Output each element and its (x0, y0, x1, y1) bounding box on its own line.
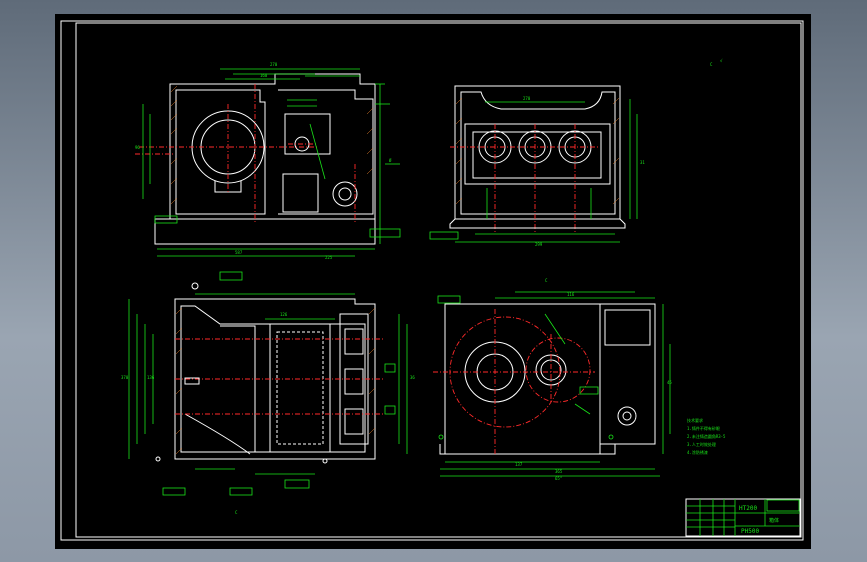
drawing-canvas: 270 160 96 587 225 Ø 29931 270 C √ 370 136 … (60, 20, 804, 541)
svg-text:270: 270 (270, 62, 278, 67)
inner-frame (75, 22, 802, 538)
sheet-border (60, 20, 804, 541)
technical-notes: 技术要求 1.铸件不得有砂眼 2.未注铸造圆角R3-5 3.人工时效处理 4.涂… (687, 417, 726, 455)
title-block: HT200 箱体 PH500 (685, 498, 801, 537)
material-label: HT200 (739, 505, 757, 512)
svg-text:587: 587 (235, 250, 243, 255)
svg-text:45: 45 (667, 380, 672, 385)
svg-text:225: 225 (325, 255, 333, 260)
svg-text:31: 31 (640, 160, 645, 165)
svg-text:299: 299 (535, 242, 543, 247)
rear-view: 137 365 65° 116 45 C (433, 278, 672, 481)
svg-text:C: C (545, 278, 548, 283)
svg-text:1.铸件不得有砂眼: 1.铸件不得有砂眼 (687, 425, 720, 431)
svg-text:96: 96 (135, 145, 140, 150)
svg-text:126: 126 (280, 312, 288, 317)
svg-text:2.未注铸造圆角R3-5: 2.未注铸造圆角R3-5 (687, 433, 726, 439)
svg-text:270: 270 (523, 96, 531, 101)
svg-text:65°: 65° (555, 476, 562, 481)
svg-text:C: C (710, 62, 713, 67)
svg-text:4.涂防锈漆: 4.涂防锈漆 (687, 449, 708, 455)
part-name: PH500 (741, 528, 759, 535)
svg-text:C: C (235, 510, 238, 515)
svg-text:Ø: Ø (389, 158, 392, 163)
drawing-sheet: 270 160 96 587 225 Ø 299 31 270 C √ 370 … (55, 14, 811, 549)
svg-text:370: 370 (121, 375, 129, 380)
svg-text:√: √ (720, 58, 723, 63)
svg-text:技术要求: 技术要求 (687, 417, 703, 423)
front-view: 270 160 96 587 225 Ø (135, 62, 401, 260)
svg-text:365: 365 (555, 469, 563, 474)
sub-label: 箱体 (769, 517, 779, 524)
svg-text:137: 137 (515, 462, 523, 467)
svg-text:136: 136 (147, 375, 155, 380)
svg-text:160: 160 (260, 73, 268, 78)
svg-text:3.人工时效处理: 3.人工时效处理 (687, 441, 716, 447)
cad-viewport[interactable]: 270 160 96 587 225 Ø 299 31 270 C √ 370 … (0, 0, 867, 562)
top-view: 370 136 36 126 C (121, 271, 415, 515)
svg-text:36: 36 (410, 375, 415, 380)
svg-text:116: 116 (567, 292, 575, 297)
side-view: 299 31 270 C √ (429, 58, 723, 247)
